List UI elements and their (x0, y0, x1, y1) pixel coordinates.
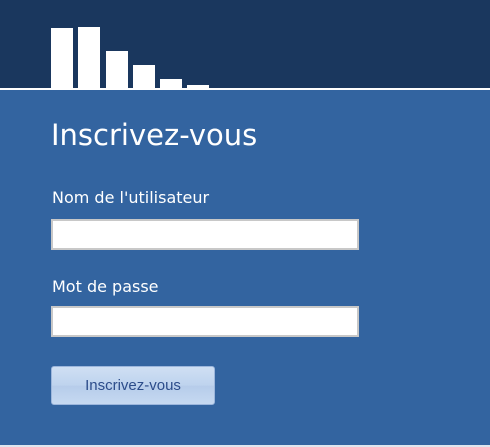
logo-bar (133, 65, 155, 88)
header (0, 0, 490, 90)
password-label: Mot de passe (52, 277, 159, 296)
username-input[interactable] (51, 219, 359, 250)
logo-bar (187, 85, 209, 88)
logo-bar (51, 28, 73, 88)
password-input[interactable] (51, 306, 359, 337)
logo-bar (160, 79, 182, 88)
signup-form: Inscrivez-vous Nom de l'utilisateur Mot … (0, 90, 490, 447)
username-label: Nom de l'utilisateur (52, 188, 210, 207)
page-title: Inscrivez-vous (51, 118, 258, 152)
logo-bar (106, 51, 128, 88)
logo-bar (78, 27, 100, 88)
signup-button[interactable]: Inscrivez-vous (51, 366, 215, 405)
